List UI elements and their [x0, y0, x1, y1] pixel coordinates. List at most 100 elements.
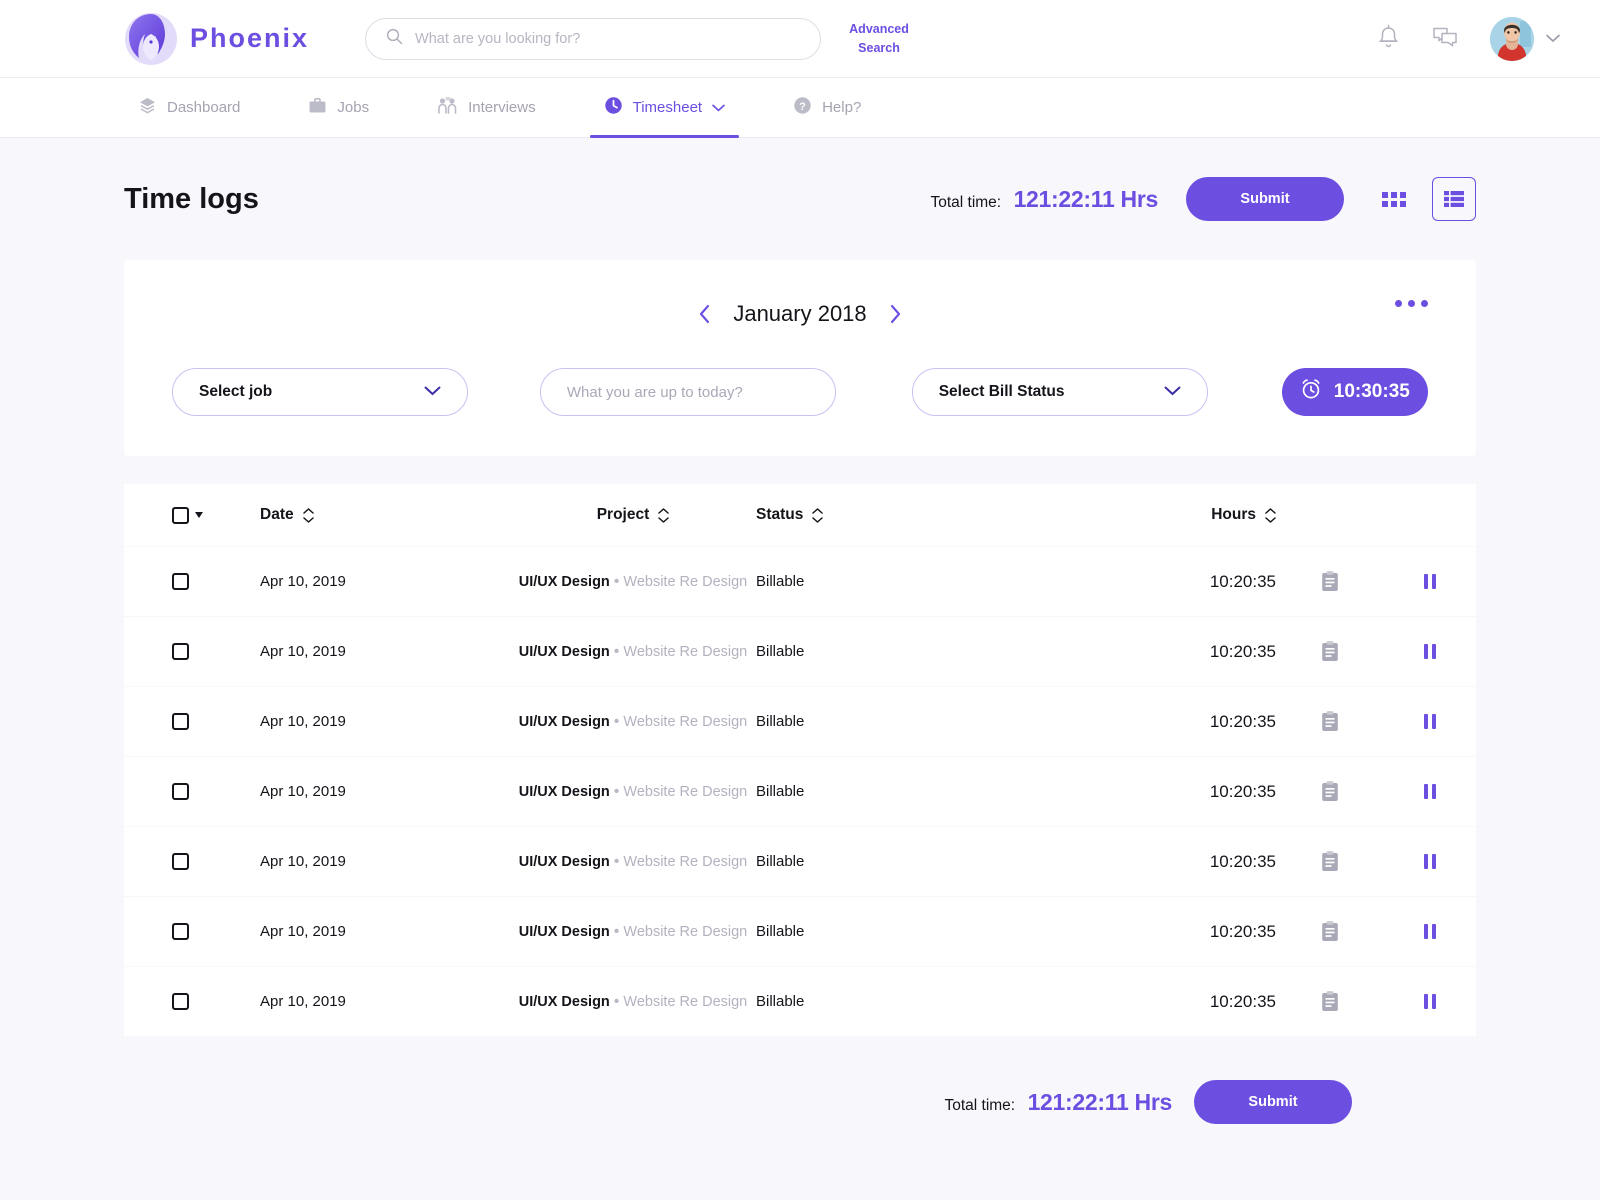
sort-icon-status[interactable]: [812, 507, 824, 523]
cell-hours: 10:20:35: [1209, 711, 1276, 731]
row-note-button[interactable]: [1276, 780, 1384, 803]
select-all-checkbox[interactable]: [172, 506, 189, 524]
footer-total-time-value: 121:22:11 Hrs: [1027, 1088, 1173, 1115]
list-view-icon[interactable]: [1432, 177, 1476, 221]
nav-item-help[interactable]: ? Help?: [779, 78, 875, 137]
table-row[interactable]: Apr 10, 2019 UI/UX Design • Website Re Desi…: [124, 687, 1476, 756]
table-row[interactable]: Apr 10, 2019 UI/UX Design • Website Re Desi…: [124, 617, 1476, 686]
chat-bubbles-icon[interactable]: [1432, 25, 1458, 53]
row-note-button[interactable]: [1276, 570, 1384, 593]
project-name: UI/UX Design: [518, 783, 610, 800]
column-header-hours[interactable]: Hours: [1086, 506, 1276, 524]
table-row[interactable]: Apr 10, 2019 UI/UX Design • Website Re Desi…: [124, 827, 1476, 896]
row-checkbox[interactable]: [172, 643, 189, 660]
submit-button-top[interactable]: Submit: [1186, 177, 1344, 221]
pause-icon[interactable]: [1424, 574, 1436, 589]
column-label-hours: Hours: [1211, 506, 1256, 523]
more-options-icon[interactable]: [1395, 300, 1428, 307]
row-checkbox[interactable]: [172, 713, 189, 730]
account-menu[interactable]: [1490, 16, 1560, 61]
select-all-caret-icon[interactable]: [195, 512, 203, 518]
row-pause-button[interactable]: [1384, 994, 1476, 1009]
brand-name: Phoenix: [190, 23, 310, 53]
view-toggle-group: [1372, 177, 1476, 221]
chevron-down-icon[interactable]: [1546, 30, 1560, 48]
pause-icon[interactable]: [1424, 714, 1436, 729]
column-header-project[interactable]: Project: [510, 506, 756, 524]
row-checkbox[interactable]: [172, 853, 189, 870]
cell-date: Apr 10, 2019: [260, 713, 346, 730]
month-navigator: January 2018: [172, 294, 1428, 334]
sort-icon-hours[interactable]: [1265, 507, 1276, 523]
cell-date: Apr 10, 2019: [260, 783, 346, 800]
row-checkbox[interactable]: [172, 783, 189, 800]
cell-project: UI/UX Design • Website Re Design: [510, 783, 756, 801]
bell-icon[interactable]: [1377, 24, 1400, 54]
row-pause-button[interactable]: [1384, 854, 1476, 869]
nav-item-timesheet[interactable]: Timesheet: [589, 78, 740, 138]
chevron-left-icon[interactable]: [698, 304, 711, 324]
nav-item-interviews[interactable]: Interviews: [423, 78, 550, 137]
chevron-down-icon[interactable]: [1164, 383, 1181, 401]
column-header-status[interactable]: Status: [756, 506, 1086, 524]
pause-icon[interactable]: [1424, 854, 1436, 869]
nav-label-interviews: Interviews: [468, 99, 536, 116]
sort-icon-date[interactable]: [302, 507, 314, 523]
pause-icon[interactable]: [1424, 644, 1436, 659]
column-label-status: Status: [756, 506, 804, 523]
row-note-button[interactable]: [1276, 640, 1384, 663]
job-select[interactable]: Select job: [172, 368, 468, 416]
timer-button[interactable]: 10:30:35: [1281, 368, 1429, 416]
row-checkbox[interactable]: [172, 923, 189, 940]
interview-icon: [437, 96, 458, 119]
row-pause-button[interactable]: [1384, 574, 1476, 589]
table-row[interactable]: Apr 10, 2019 UI/UX Design • Website Re Desi…: [124, 547, 1476, 616]
pause-icon[interactable]: [1424, 994, 1436, 1009]
project-separator: •: [613, 922, 620, 940]
pause-icon[interactable]: [1424, 784, 1436, 799]
chevron-down-icon[interactable]: [424, 383, 441, 401]
advanced-search-line2: Search: [858, 40, 900, 55]
sort-icon-project[interactable]: [658, 507, 670, 523]
brand[interactable]: Phoenix: [124, 12, 309, 66]
job-select-value: Select job: [199, 383, 273, 400]
nav-item-dashboard[interactable]: Dashboard: [124, 78, 254, 137]
nav-label-help: Help?: [822, 99, 862, 116]
page-header: Time logs Total time: 121:22:11 Hrs Subm…: [124, 138, 1476, 260]
column-header-date[interactable]: Date: [260, 506, 510, 524]
submit-button-bottom[interactable]: Submit: [1194, 1080, 1352, 1124]
row-pause-button[interactable]: [1384, 644, 1476, 659]
footer-total-time-label: Total time:: [944, 1096, 1016, 1114]
grid-view-icon[interactable]: [1372, 177, 1416, 221]
avatar[interactable]: [1490, 16, 1534, 61]
row-pause-button[interactable]: [1384, 924, 1476, 939]
table-row[interactable]: Apr 10, 2019 UI/UX Design • Website Re Desi…: [124, 967, 1476, 1036]
row-checkbox[interactable]: [172, 993, 189, 1010]
chevron-right-icon[interactable]: [889, 304, 902, 324]
project-subtitle: Website Re Design: [623, 643, 748, 660]
advanced-search-link[interactable]: Advanced Search: [843, 20, 915, 56]
row-note-button[interactable]: [1276, 990, 1384, 1013]
row-note-button[interactable]: [1276, 850, 1384, 873]
search-bar[interactable]: [365, 17, 822, 60]
row-note-button[interactable]: [1276, 920, 1384, 943]
row-pause-button[interactable]: [1384, 714, 1476, 729]
row-pause-button[interactable]: [1384, 784, 1476, 799]
nav-item-jobs[interactable]: Jobs: [294, 78, 383, 137]
cell-status: Billable: [756, 993, 805, 1010]
task-description-input[interactable]: [539, 368, 836, 416]
chevron-down-icon[interactable]: [712, 99, 725, 116]
table-row[interactable]: Apr 10, 2019 UI/UX Design • Website Re Desi…: [124, 757, 1476, 826]
page-title: Time logs: [124, 182, 259, 215]
time-logs-table: Date Project Status Hours Apr 10, 2019 U…: [124, 484, 1476, 1036]
bill-status-select[interactable]: Select Bill Status: [911, 368, 1208, 416]
project-separator: •: [613, 572, 620, 590]
search-input[interactable]: [415, 30, 801, 47]
row-checkbox[interactable]: [172, 573, 189, 590]
page-footer: Total time: 121:22:11 Hrs Submit: [124, 1036, 1476, 1124]
row-note-button[interactable]: [1276, 710, 1384, 733]
total-time-footer: Total time: 121:22:11 Hrs: [944, 1089, 1172, 1116]
table-row[interactable]: Apr 10, 2019 UI/UX Design • Website Re Desi…: [124, 897, 1476, 966]
pause-icon[interactable]: [1424, 924, 1436, 939]
cell-hours: 10:20:35: [1209, 571, 1276, 591]
